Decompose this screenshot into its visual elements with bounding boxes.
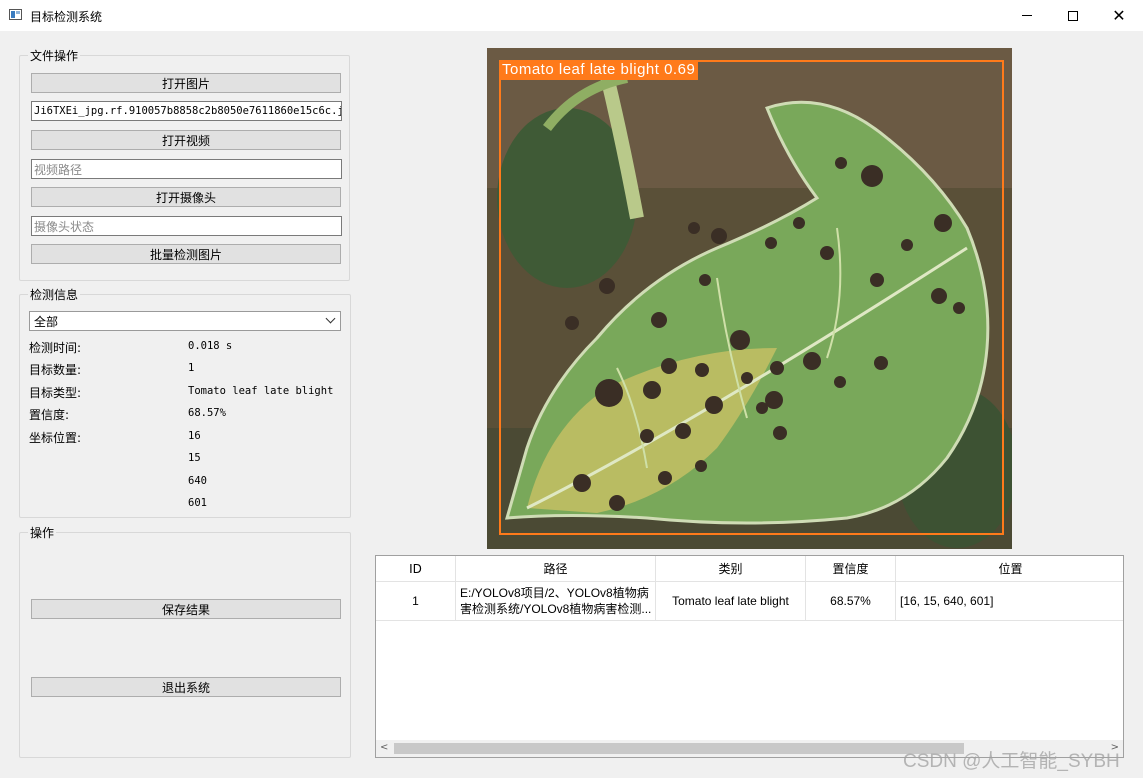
- table-cell-position[interactable]: [16, 15, 640, 601]: [896, 582, 1123, 621]
- detection-info-title: 检测信息: [28, 286, 81, 303]
- type-value: Tomato leaf late blight: [188, 385, 334, 397]
- minimize-icon: [1022, 15, 1032, 16]
- operations-title: 操作: [28, 524, 57, 541]
- coord-label: 坐标位置:: [29, 431, 82, 445]
- scroll-left-icon[interactable]: <: [380, 742, 388, 753]
- video-path-field[interactable]: 视频路径: [31, 159, 342, 179]
- results-table[interactable]: ID 路径 类别 置信度 位置 1 E:/YOLOv8项目/2、YOLOv8植物…: [375, 555, 1124, 758]
- table-cell-class[interactable]: Tomato leaf late blight: [656, 582, 806, 621]
- table-cell-confidence[interactable]: 68.57%: [806, 582, 896, 621]
- column-header-id[interactable]: ID: [376, 556, 456, 582]
- watermark: CSDN @人工智能_SYBH: [903, 751, 1120, 772]
- batch-detect-button[interactable]: 批量检测图片: [31, 244, 341, 264]
- target-select[interactable]: 全部: [29, 311, 341, 331]
- time-value: 0.018 s: [188, 340, 233, 352]
- file-operations-title: 文件操作: [28, 47, 81, 64]
- column-header-confidence[interactable]: 置信度: [806, 556, 896, 582]
- detection-info-group: 检测信息 全部 检测时间: 0.018 s 目标数量: 1 目标类型: Toma…: [19, 286, 351, 518]
- coord-xmax: 640: [188, 475, 207, 487]
- target-select-value: 全部: [34, 314, 59, 329]
- column-header-position[interactable]: 位置: [896, 556, 1123, 582]
- confidence-label: 置信度:: [29, 408, 70, 422]
- image-path-field[interactable]: Ji6TXEi_jpg.rf.910057b8858c2b8050e761186…: [31, 101, 342, 121]
- coord-ymax: 601: [188, 497, 207, 509]
- count-value: 1: [188, 362, 195, 374]
- scrollbar-thumb[interactable]: [394, 743, 964, 754]
- detection-image: Tomato leaf late blight 0.69: [487, 48, 1012, 549]
- open-camera-button[interactable]: 打开摄像头: [31, 187, 341, 207]
- exit-system-button[interactable]: 退出系统: [31, 677, 341, 697]
- table-cell-path[interactable]: E:/YOLOv8项目/2、YOLOv8植物病害检测系统/YOLOv8植物病害检…: [456, 582, 656, 621]
- open-image-button[interactable]: 打开图片: [31, 73, 341, 93]
- minimize-button[interactable]: [1004, 0, 1050, 31]
- window-title: 目标检测系统: [30, 10, 103, 24]
- detection-label: Tomato leaf late blight 0.69: [499, 60, 699, 80]
- chevron-down-icon: [325, 313, 336, 324]
- table-cell-path-text: E:/YOLOv8项目/2、YOLOv8植物病害检测系统/YOLOv8植物病害检…: [460, 586, 652, 616]
- detection-box: [499, 60, 1004, 535]
- app-icon: [9, 9, 22, 20]
- close-button[interactable]: ✕: [1096, 0, 1142, 31]
- column-header-path[interactable]: 路径: [456, 556, 656, 582]
- operations-group: 操作 保存结果 退出系统: [19, 524, 351, 758]
- column-header-class[interactable]: 类别: [656, 556, 806, 582]
- file-operations-group: 文件操作 打开图片 Ji6TXEi_jpg.rf.910057b8858c2b8…: [19, 47, 350, 281]
- open-video-button[interactable]: 打开视频: [31, 130, 341, 150]
- title-bar: 目标检测系统 ✕: [0, 0, 1143, 31]
- count-label: 目标数量:: [29, 363, 82, 377]
- camera-status-field[interactable]: 摄像头状态: [31, 216, 342, 236]
- save-results-button[interactable]: 保存结果: [31, 599, 341, 619]
- camera-status-placeholder: 摄像头状态: [34, 219, 95, 234]
- close-icon: ✕: [1112, 5, 1126, 25]
- coord-xmin: 16: [188, 430, 201, 442]
- image-path-value: Ji6TXEi_jpg.rf.910057b8858c2b8050e761186…: [34, 105, 342, 117]
- confidence-value: 68.57%: [188, 407, 226, 419]
- coord-ymin: 15: [188, 452, 201, 464]
- time-label: 检测时间:: [29, 341, 82, 355]
- video-path-placeholder: 视频路径: [34, 162, 83, 177]
- maximize-icon: [1068, 10, 1078, 21]
- type-label: 目标类型:: [29, 386, 82, 400]
- table-cell-id[interactable]: 1: [376, 582, 456, 621]
- maximize-button[interactable]: [1050, 0, 1096, 31]
